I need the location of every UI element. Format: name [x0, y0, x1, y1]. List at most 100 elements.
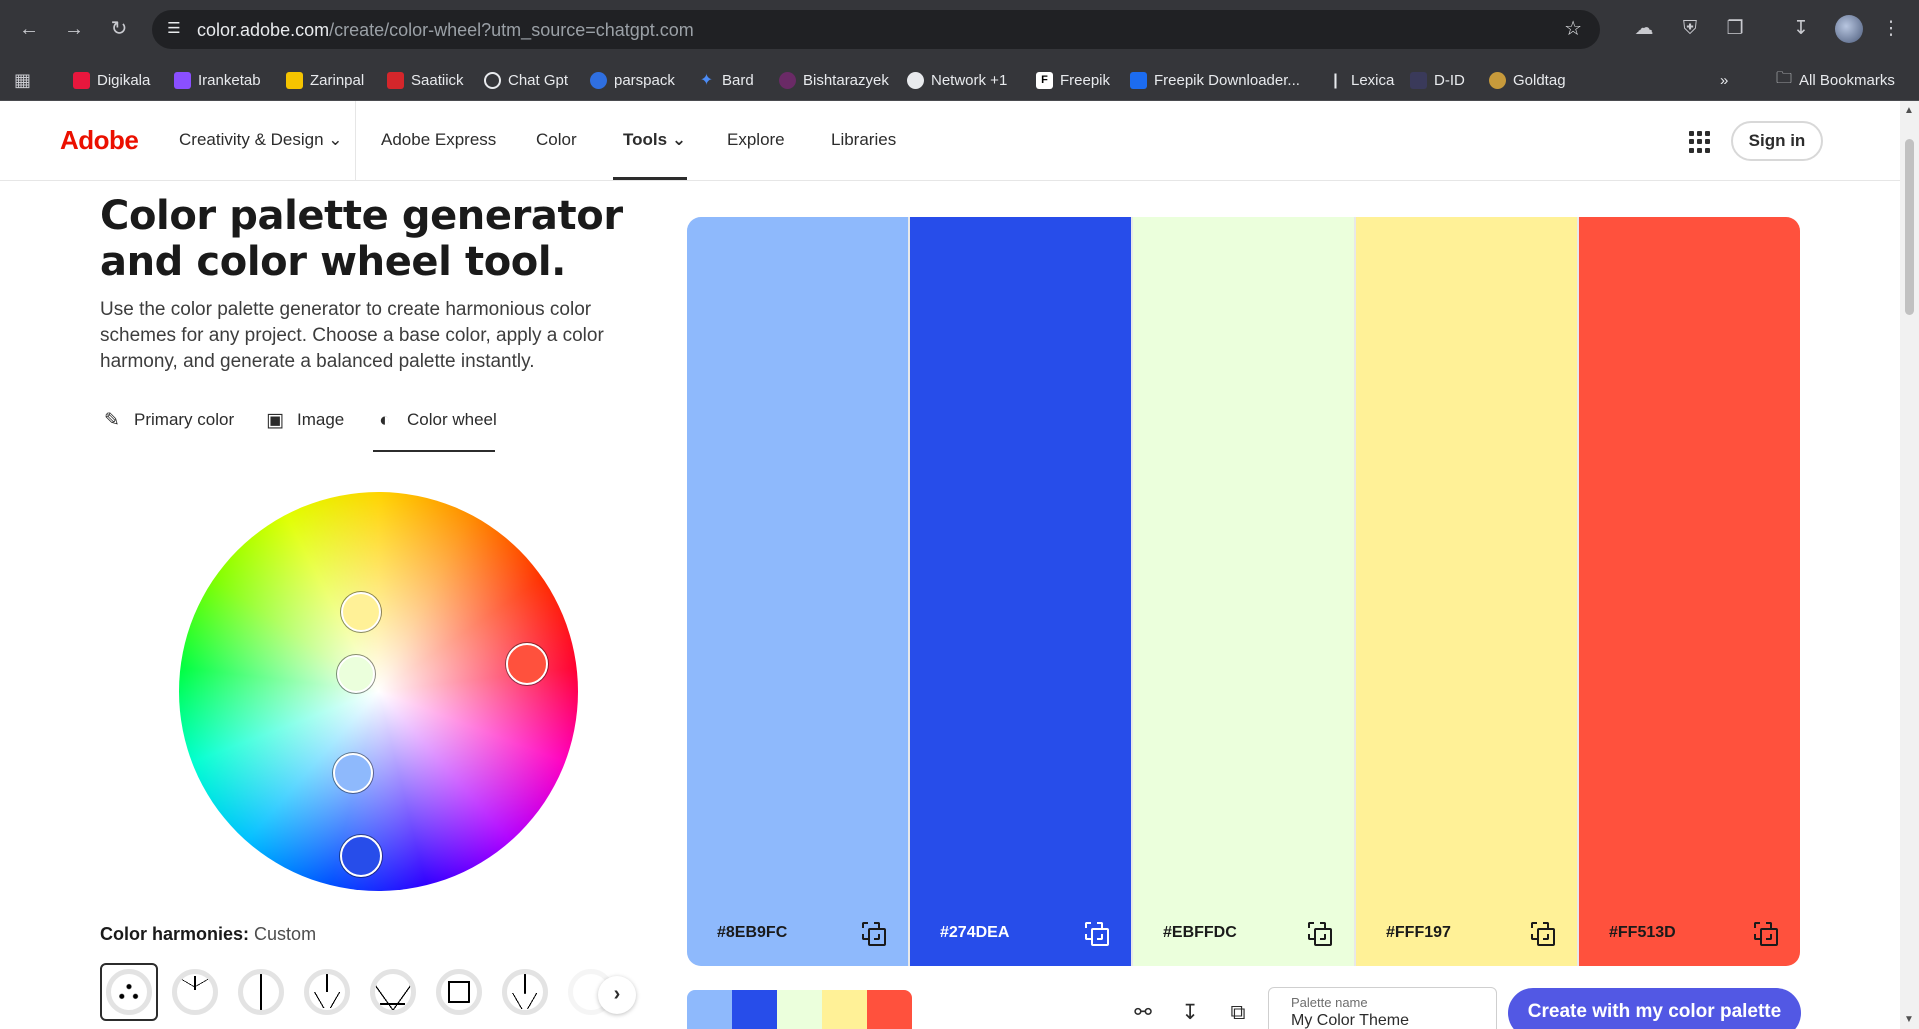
adobe-logo[interactable]: Adobe [60, 125, 139, 156]
site-settings-icon[interactable]: ☰ [163, 18, 185, 40]
all-bookmarks-folder[interactable]: 🗀 All Bookmarks [1776, 69, 1895, 91]
chevron-down-icon: ⌄ [328, 130, 343, 149]
copy-icon[interactable] [1531, 922, 1555, 946]
copy-icon[interactable] [1754, 922, 1778, 946]
tab-primary-color[interactable]: ✎ Primary color [100, 410, 234, 454]
freepik-icon: F [1036, 71, 1053, 89]
preview-swatch [732, 990, 777, 1029]
bookmark-lexica[interactable]: | Lexica [1327, 69, 1394, 91]
color-wheel[interactable] [179, 492, 578, 891]
extension-cloud-icon[interactable]: ☁ [1630, 15, 1658, 43]
more-bookmarks-icon[interactable]: » [1720, 69, 1728, 91]
download-palette-icon[interactable]: ↧ [1177, 1000, 1203, 1026]
color-marker-yellow[interactable] [341, 592, 381, 632]
harmony-compound[interactable] [496, 963, 554, 1021]
active-nav-indicator [613, 177, 687, 180]
swatch-2[interactable]: #274DEA [910, 217, 1131, 966]
copy-palette-icon[interactable]: ⧉ [1225, 1000, 1251, 1026]
swatch-5[interactable]: #FF513D [1579, 217, 1800, 966]
browser-menu-icon[interactable]: ⋮ [1877, 15, 1905, 43]
bookmark-digikala[interactable]: Digikala [73, 69, 150, 91]
palette-name-field[interactable]: Palette name My Color Theme [1268, 987, 1497, 1029]
profile-avatar[interactable] [1835, 15, 1863, 43]
tab-color-wheel[interactable]: ◐ Color wheel [373, 410, 497, 454]
create-with-palette-button[interactable]: Create with my color palette [1508, 988, 1801, 1029]
bookmark-iranketab[interactable]: Iranketab [174, 69, 261, 91]
bookmark-saatiick[interactable]: Saatiick [387, 69, 464, 91]
color-marker-red[interactable] [506, 643, 548, 685]
back-icon[interactable]: ← [14, 14, 44, 44]
url-text[interactable]: color.adobe.com/create/color-wheel?utm_s… [197, 20, 694, 41]
swatch-hex[interactable]: #274DEA [940, 924, 1009, 942]
color-marker-light-green[interactable] [337, 655, 375, 693]
bookmark-zarinpal[interactable]: Zarinpal [286, 69, 364, 91]
bard-sparkle-icon: ✦ [699, 71, 714, 89]
swatch-3[interactable]: #EBFFDC [1133, 217, 1354, 966]
harmony-custom-icon [106, 969, 152, 1015]
swatch-hex[interactable]: #FF513D [1609, 924, 1676, 942]
bookmark-bishtarazyek[interactable]: Bishtarazyek [779, 69, 889, 91]
share-icon[interactable]: ⚯ [1130, 1000, 1156, 1026]
harmony-complementary[interactable] [232, 963, 290, 1021]
image-icon: ▣ [266, 410, 284, 431]
bookmark-parspack[interactable]: parspack [590, 69, 675, 91]
bookmark-star-icon[interactable]: ☆ [1564, 16, 1582, 41]
harmony-custom[interactable] [100, 963, 158, 1021]
sign-in-button[interactable]: Sign in [1731, 121, 1823, 161]
color-marker-blue[interactable] [340, 835, 382, 877]
chatgpt-icon [484, 71, 501, 89]
scroll-down-icon[interactable]: ▼ [1904, 1014, 1914, 1025]
color-wheel-icon: ◐ [379, 410, 391, 431]
palette-name-value[interactable]: My Color Theme [1291, 1012, 1409, 1029]
scroll-up-icon[interactable]: ▲ [1904, 105, 1914, 116]
shield-extension-icon[interactable]: ⛨ [1676, 15, 1704, 43]
apps-grid-icon[interactable]: ▦ [14, 69, 31, 91]
page-description: Use the color palette generator to creat… [100, 299, 604, 372]
preview-swatch [777, 990, 822, 1029]
page-scrollbar[interactable]: ▲ ▼ [1900, 101, 1919, 1029]
reload-icon[interactable]: ↻ [104, 14, 134, 44]
swatch-hex[interactable]: #FFF197 [1386, 924, 1451, 942]
nav-adobe-express[interactable]: Adobe Express [381, 130, 496, 150]
tab-label: Image [297, 410, 345, 429]
bookmark-goldtag[interactable]: Goldtag [1489, 69, 1566, 91]
globe-icon [907, 71, 924, 89]
bookmark-label: Zarinpal [310, 71, 365, 89]
url-host: color.adobe.com [197, 20, 330, 40]
bookmark-freepik-downloader[interactable]: Freepik Downloader... [1130, 69, 1300, 91]
bookmark-did[interactable]: D-ID [1410, 69, 1465, 91]
forward-icon[interactable]: → [59, 14, 89, 44]
copy-icon[interactable] [1308, 922, 1332, 946]
bookmark-label: Saatiick [411, 71, 464, 89]
harmony-analogous[interactable] [166, 963, 224, 1021]
bookmark-chatgpt[interactable]: Chat Gpt [484, 69, 568, 91]
nav-libraries[interactable]: Libraries [831, 130, 896, 150]
copy-icon[interactable] [1085, 922, 1109, 946]
goldtag-icon [1489, 71, 1506, 89]
bookmark-network[interactable]: Network +1 [907, 69, 1007, 91]
address-bar[interactable]: ☰ color.adobe.com/create/color-wheel?utm… [152, 10, 1600, 49]
swatch-1[interactable]: #8EB9FC [687, 217, 908, 966]
bookmark-bard[interactable]: ✦ Bard [698, 69, 754, 91]
app-switcher-icon[interactable] [1689, 131, 1711, 153]
harmony-triad[interactable] [298, 963, 356, 1021]
color-marker-light-blue[interactable] [333, 753, 373, 793]
copy-icon[interactable] [862, 922, 886, 946]
nav-tools[interactable]: Tools ⌄ [623, 130, 686, 150]
nav-color[interactable]: Color [536, 130, 577, 150]
scrollbar-thumb[interactable] [1905, 139, 1914, 315]
bookmark-freepik[interactable]: F Freepik [1036, 69, 1110, 91]
bookmark-label: Bard [722, 71, 754, 89]
swatch-hex[interactable]: #8EB9FC [717, 924, 787, 942]
nav-creativity-design[interactable]: Creativity & Design ⌄ [179, 130, 343, 150]
extensions-puzzle-icon[interactable]: ❐ [1721, 15, 1749, 43]
harmony-next-icon[interactable]: › [598, 976, 636, 1014]
nav-explore[interactable]: Explore [727, 130, 785, 150]
harmony-split-complementary[interactable] [364, 963, 422, 1021]
swatch-hex[interactable]: #EBFFDC [1163, 924, 1237, 942]
nav-label: Tools [623, 130, 668, 149]
download-icon[interactable]: ↧ [1787, 15, 1815, 43]
tab-image[interactable]: ▣ Image [263, 410, 344, 454]
harmony-square[interactable] [430, 963, 488, 1021]
swatch-4[interactable]: #FFF197 [1356, 217, 1577, 966]
